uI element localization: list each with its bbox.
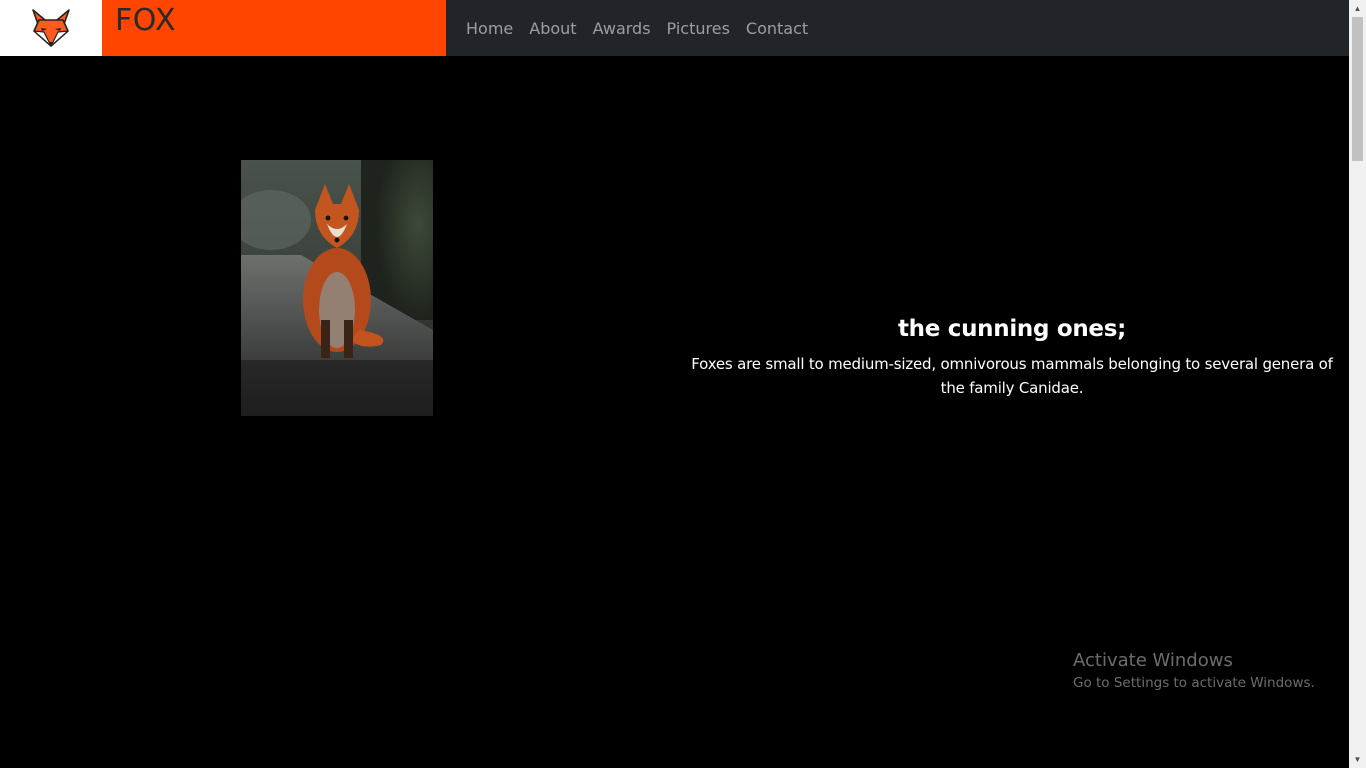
scroll-down-icon[interactable]: ▼ bbox=[1349, 751, 1366, 768]
vertical-scrollbar[interactable]: ▲ ▼ bbox=[1349, 0, 1366, 768]
headline: the cunning ones; bbox=[897, 316, 1127, 342]
watermark-subtitle: Go to Settings to activate Windows. bbox=[1073, 675, 1315, 691]
navbar: FOX Home About Awards Pictures Contact bbox=[0, 0, 1349, 56]
fox-photo-image bbox=[241, 160, 433, 416]
nav-contact[interactable]: Contact bbox=[738, 19, 816, 38]
watermark-title: Activate Windows bbox=[1073, 650, 1233, 671]
description: Foxes are small to medium-sized, omnivor… bbox=[691, 355, 1333, 397]
nav-pictures[interactable]: Pictures bbox=[659, 19, 738, 38]
activate-windows-watermark: Activate Windows Go to Settings to activ… bbox=[1073, 650, 1315, 691]
main-nav: Home About Awards Pictures Contact bbox=[446, 0, 816, 56]
intro-section: the cunning ones; Foxes are small to med… bbox=[678, 316, 1346, 400]
brand-title[interactable]: FOX bbox=[115, 3, 176, 38]
fox-head-icon bbox=[32, 9, 70, 47]
scroll-up-icon[interactable]: ▲ bbox=[1349, 0, 1366, 17]
nav-about[interactable]: About bbox=[521, 19, 584, 38]
logo[interactable] bbox=[0, 0, 102, 56]
nav-home[interactable]: Home bbox=[458, 19, 521, 38]
scroll-thumb[interactable] bbox=[1352, 17, 1363, 161]
nav-awards[interactable]: Awards bbox=[585, 19, 659, 38]
fox-photo bbox=[241, 160, 433, 416]
brand-bar[interactable]: FOX bbox=[102, 0, 446, 56]
page: FOX Home About Awards Pictures Contact t… bbox=[0, 0, 1366, 768]
